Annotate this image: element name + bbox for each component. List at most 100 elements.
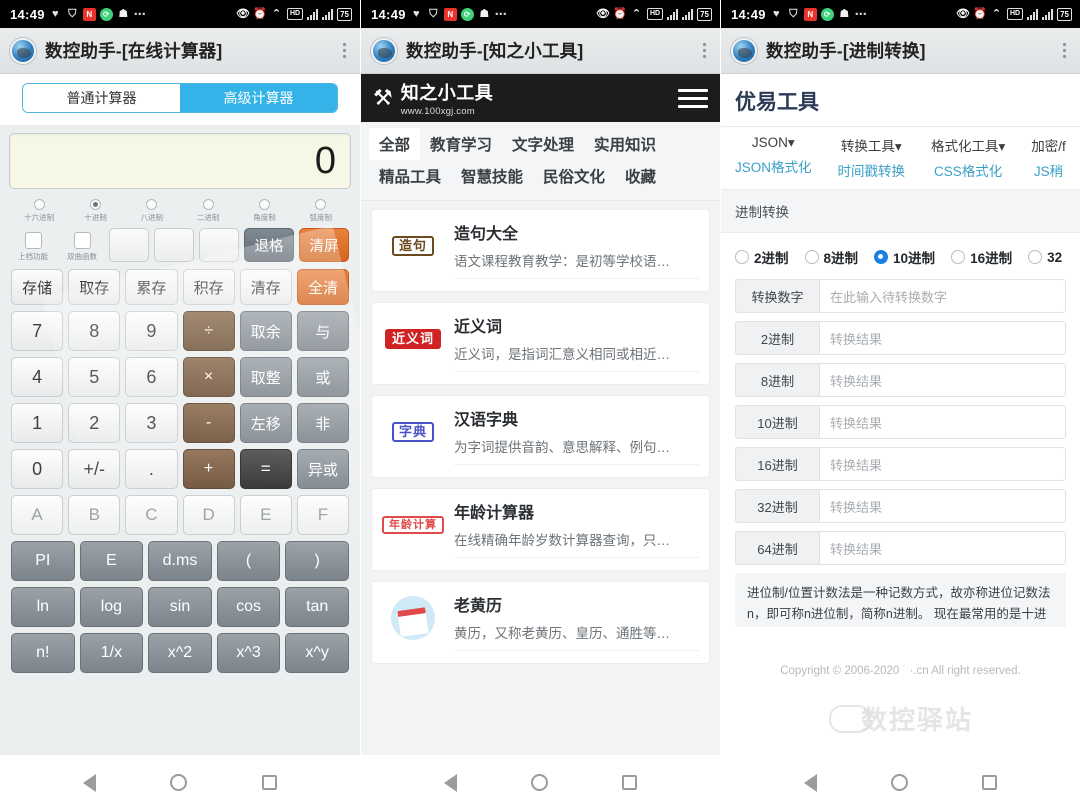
category-tab-b-3[interactable]: 收藏	[615, 160, 666, 192]
calculator-mode-tab-0[interactable]: 普通计算器	[23, 84, 180, 112]
overflow-menu-button-2[interactable]	[703, 43, 710, 58]
key-29[interactable]: F	[296, 495, 349, 535]
nav-group-1[interactable]: 转换工具▾ 时间戳转换	[838, 135, 906, 180]
category-tab-b-2[interactable]: 民俗文化	[533, 160, 615, 192]
base-radio-1[interactable]: 十进制	[67, 199, 123, 223]
input-row[interactable]: 转换数字 在此输入待转换数字	[735, 279, 1066, 313]
result-row-3[interactable]: 16进制 转换结果	[735, 447, 1066, 481]
base-radio-2[interactable]: 八进制	[124, 199, 180, 223]
memory-button-4[interactable]: 清存	[239, 269, 292, 305]
sci-key-1-1[interactable]: log	[79, 587, 144, 627]
row-input[interactable]: 转换结果	[820, 406, 1065, 438]
key-24[interactable]: A	[11, 495, 64, 535]
key-23[interactable]: 异或	[296, 449, 349, 489]
category-tab-3[interactable]: 实用知识	[584, 128, 666, 160]
base-option-2[interactable]: 10进制	[874, 247, 935, 267]
clear-screen-button[interactable]: 清屏	[299, 228, 349, 262]
radio-dot[interactable]	[315, 199, 327, 210]
row-input[interactable]: 在此输入待转换数字	[820, 280, 1065, 312]
result-row-1[interactable]: 8进制 转换结果	[735, 363, 1066, 397]
hyperbolic-checkbox[interactable]	[73, 232, 91, 249]
home-icon[interactable]	[170, 774, 188, 791]
key-0[interactable]: 7	[11, 311, 64, 351]
key-14[interactable]: 3	[125, 403, 178, 443]
recents-icon[interactable]	[261, 775, 277, 790]
sci-key-2-0[interactable]: n!	[11, 633, 75, 673]
sci-key-2-3[interactable]: x^3	[216, 633, 281, 673]
tool-card[interactable]: 近义词 近义词 近义词，是指词汇意义相同或相近…	[371, 302, 710, 385]
recents-icon[interactable]	[622, 775, 637, 790]
key-13[interactable]: 2	[68, 403, 121, 443]
category-tab-b-1[interactable]: 智慧技能	[451, 160, 533, 192]
calculator-mode-tab-1[interactable]: 高级计算器	[180, 84, 337, 112]
key-15[interactable]: -	[182, 403, 235, 443]
key-4[interactable]: 取余	[239, 311, 292, 351]
nav-group-title[interactable]: 格式化工具▾	[931, 135, 1005, 155]
radio-dot[interactable]	[146, 199, 158, 210]
key-3[interactable]: ÷	[182, 311, 235, 351]
key-10[interactable]: 取整	[239, 357, 292, 397]
radio-dot[interactable]	[33, 199, 45, 210]
blank-button-2[interactable]	[154, 228, 194, 262]
sci-key-0-2[interactable]: d.ms	[148, 541, 212, 581]
radio-circle[interactable]	[951, 250, 966, 264]
sci-key-0-3[interactable]: (	[216, 541, 281, 581]
tool-card[interactable]: 老黄历 黄历，又称老黄历、皇历、通胜等…	[371, 581, 710, 664]
radio-circle[interactable]	[735, 250, 749, 264]
sci-key-0-4[interactable]: )	[285, 541, 349, 581]
nav-group-2[interactable]: 格式化工具▾ CSS格式化	[931, 135, 1005, 180]
radio-dot[interactable]	[258, 199, 270, 210]
radio-circle[interactable]	[874, 250, 889, 264]
key-25[interactable]: B	[68, 495, 121, 535]
hamburger-menu-icon[interactable]	[678, 88, 708, 108]
nav-group-link[interactable]: CSS格式化	[934, 160, 1002, 180]
sci-key-1-0[interactable]: ln	[11, 587, 75, 627]
shift-checkbox[interactable]	[24, 232, 42, 249]
nav-group-title[interactable]: JSON▾	[752, 135, 795, 151]
checkbox-shift[interactable]: 上档功能	[11, 232, 55, 262]
result-row-4[interactable]: 32进制 转换结果	[735, 489, 1066, 523]
row-input[interactable]: 转换结果	[820, 448, 1065, 480]
backspace-button[interactable]: 退格	[244, 228, 294, 262]
key-21[interactable]: +	[182, 449, 235, 489]
radio-circle[interactable]	[1028, 250, 1043, 264]
key-1[interactable]: 8	[68, 311, 121, 351]
key-27[interactable]: D	[182, 495, 235, 535]
back-icon[interactable]	[83, 773, 97, 792]
nav-group-link[interactable]: JSON格式化	[735, 156, 812, 176]
sci-key-2-4[interactable]: x^y	[285, 633, 349, 673]
memory-button-2[interactable]: 累存	[125, 269, 178, 305]
key-7[interactable]: 5	[68, 357, 121, 397]
nav-group-link[interactable]: JS稍	[1034, 160, 1063, 180]
key-18[interactable]: 0	[11, 449, 64, 489]
row-input[interactable]: 转换结果	[820, 532, 1065, 564]
result-row-0[interactable]: 2进制 转换结果	[735, 321, 1066, 355]
checkbox-hyperbolic[interactable]: 双曲函数	[60, 232, 104, 262]
key-11[interactable]: 或	[296, 357, 349, 397]
overflow-menu-button-3[interactable]	[1063, 43, 1070, 58]
key-16[interactable]: 左移	[239, 403, 292, 443]
sci-key-1-2[interactable]: sin	[148, 587, 212, 627]
key-26[interactable]: C	[125, 495, 178, 535]
key-2[interactable]: 9	[125, 311, 178, 351]
key-9[interactable]: ×	[182, 357, 235, 397]
sci-key-1-4[interactable]: tan	[285, 587, 349, 627]
blank-button-1[interactable]	[109, 228, 149, 262]
row-input[interactable]: 转换结果	[820, 490, 1065, 522]
base-radio-4[interactable]: 角度制	[236, 199, 292, 223]
key-5[interactable]: 与	[296, 311, 349, 351]
home-icon[interactable]	[891, 774, 908, 791]
memory-button-5[interactable]: 全清	[296, 269, 350, 305]
key-8[interactable]: 6	[125, 357, 178, 397]
nav-group-0[interactable]: JSON▾ JSON格式化	[735, 135, 812, 180]
nav-group-3[interactable]: 加密/f JS稍	[1031, 135, 1066, 180]
tool-card[interactable]: 造句 造句大全 语文课程教育教学：是初等学校语…	[371, 209, 710, 292]
category-tab-b-0[interactable]: 精品工具	[369, 160, 451, 192]
base-option-0[interactable]: 2进制	[735, 247, 789, 267]
sci-key-2-2[interactable]: x^2	[148, 633, 212, 673]
category-tab-1[interactable]: 教育学习	[420, 128, 502, 160]
sci-key-0-1[interactable]: E	[79, 541, 144, 581]
memory-button-3[interactable]: 积存	[182, 269, 235, 305]
tool-card[interactable]: 年龄计算 年龄计算器 在线精确年龄岁数计算器查询，只…	[371, 488, 710, 571]
key-12[interactable]: 1	[11, 403, 64, 443]
